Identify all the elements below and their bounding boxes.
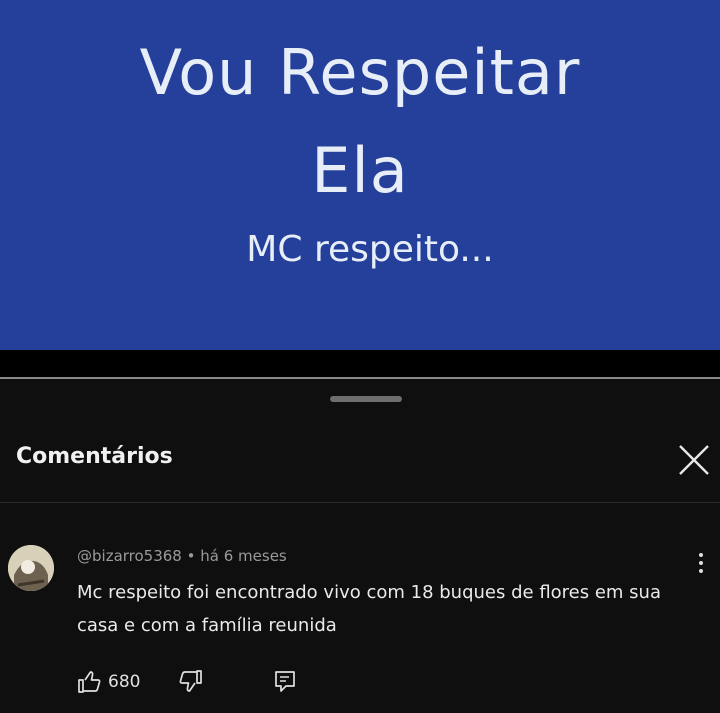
video-player[interactable]: Vou Respeitar Ela MC respeito... <box>0 0 720 350</box>
comment-meta: @bizarro5368 • há 6 meses <box>77 547 287 565</box>
video-subtitle: MC respeito... <box>246 229 494 270</box>
video-title-line-2: Ela <box>311 134 409 207</box>
video-bottom-band <box>0 350 720 378</box>
divider <box>0 502 720 503</box>
avatar[interactable] <box>8 545 54 591</box>
comment-text: Mc respeito foi encontrado vivo com 18 b… <box>77 582 661 636</box>
comments-panel <box>0 379 720 713</box>
reply-button[interactable] <box>272 668 298 696</box>
more-vertical-icon[interactable] <box>694 553 708 583</box>
like-count: 680 <box>108 672 141 692</box>
drag-handle[interactable] <box>330 396 402 402</box>
close-icon[interactable] <box>676 442 712 478</box>
meta-separator: • <box>186 547 201 565</box>
video-title-line-1: Vou Respeitar <box>139 36 581 109</box>
like-button[interactable]: 680 <box>76 668 140 696</box>
comments-title: Comentários <box>16 444 173 469</box>
dislike-button[interactable] <box>178 668 204 696</box>
comment-author[interactable]: @bizarro5368 <box>77 547 182 565</box>
comment-time: há 6 meses <box>200 547 287 565</box>
thumbs-up-icon <box>78 671 101 693</box>
thumbs-down-icon <box>179 670 202 692</box>
reply-icon <box>275 671 295 692</box>
